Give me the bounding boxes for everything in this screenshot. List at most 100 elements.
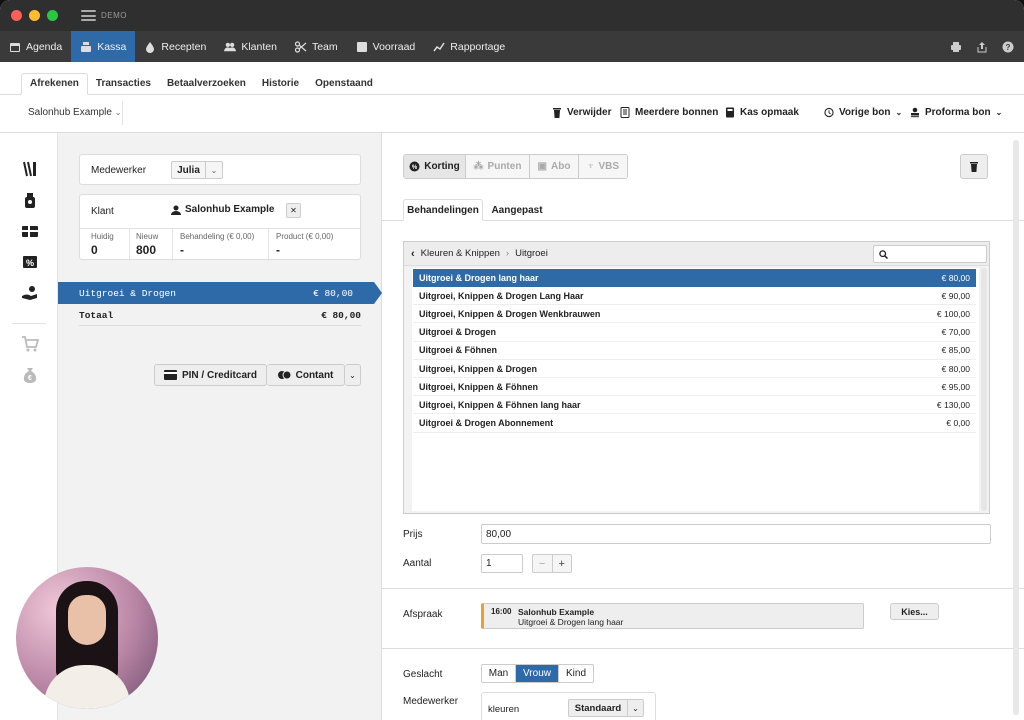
cash-button[interactable]: Contant [267, 364, 345, 386]
treatment-row[interactable]: Uitgroei, Knippen & Drogen Wenkbrauwen € … [413, 305, 976, 324]
employee-role-select[interactable]: Standaard ⌄ [568, 699, 644, 717]
money-bag-icon[interactable]: € [21, 366, 39, 384]
help-icon[interactable]: ? [1002, 41, 1014, 53]
gender-vrouw[interactable]: Vrouw [516, 665, 558, 682]
employee-value: Julia [172, 162, 206, 178]
previous-receipt-button[interactable]: Vorige bon ⌄ [824, 107, 902, 118]
quantity-stepper: − + [532, 554, 572, 573]
tab-aangepast[interactable]: Aangepast [483, 199, 551, 221]
gift-card-icon[interactable] [21, 222, 39, 240]
calculator-icon [726, 107, 734, 118]
chevron-down-icon: ⌄ [210, 165, 218, 175]
print-icon[interactable] [950, 41, 962, 53]
payment-more-button[interactable]: ⌄ [345, 364, 361, 386]
treatment-row[interactable]: Uitgroei & Föhnen € 85,00 [413, 342, 976, 360]
tab-transacties[interactable]: Transacties [88, 72, 159, 94]
treatment-row[interactable]: Uitgroei & Drogen € 70,00 [413, 324, 976, 342]
nav-team[interactable]: Team [286, 31, 347, 62]
close-window-button[interactable] [11, 10, 22, 21]
treatment-row[interactable]: Uitgroei, Knippen & Föhnen lang haar € 13… [413, 396, 976, 415]
menu-icon[interactable] [81, 10, 96, 21]
appointment-label: Afspraak [403, 609, 443, 620]
nav-team-label: Team [311, 40, 338, 53]
gender-kind[interactable]: Kind [558, 665, 593, 682]
treatment-price: € 85,00 [941, 345, 970, 356]
quantity-input[interactable]: 1 [481, 554, 523, 573]
nav-agenda-label: Agenda [26, 40, 63, 53]
previous-receipt-label: Vorige bon [839, 107, 891, 118]
minimize-window-button[interactable] [29, 10, 40, 21]
chevron-down-icon: ⌄ [632, 703, 639, 713]
decrement-button[interactable]: − [533, 555, 553, 572]
cash-label: Contant [295, 369, 334, 381]
nav-recepten[interactable]: Recepten [135, 31, 215, 62]
pane-scrollbar[interactable] [1013, 140, 1019, 715]
share-icon[interactable] [976, 41, 988, 53]
remove-client-button[interactable]: ✕ [286, 203, 301, 218]
salon-select[interactable]: Salonhub Example ⌄ [28, 107, 121, 118]
nav-agenda[interactable]: Agenda [0, 31, 71, 62]
treatment-row[interactable]: Uitgroei, Knippen & Drogen Lang Haar € 90… [413, 287, 976, 306]
line-item-row[interactable]: Uitgroei & Drogen € 80,00 [58, 282, 374, 304]
treatment-price: € 80,00 [941, 363, 970, 374]
list-scrollbar[interactable] [981, 268, 987, 511]
treatment-row[interactable]: Uitgroei & Drogen lang haar € 80,00 [413, 269, 976, 287]
chip-punten[interactable]: ⁂ Punten [466, 155, 530, 178]
employee-select[interactable]: Julia ⌄ [171, 161, 223, 179]
search-input[interactable] [873, 245, 987, 263]
cart-icon[interactable] [21, 335, 40, 353]
nav-voorraad[interactable]: Voorraad [347, 31, 425, 62]
choose-button[interactable]: Kies... [890, 603, 939, 620]
nav-klanten-label: Klanten [241, 40, 277, 53]
line-item-name: Uitgroei & Drogen [79, 287, 176, 299]
delete-line-button[interactable] [960, 154, 988, 179]
price-input[interactable]: 80,00 [481, 524, 991, 544]
treatment-row[interactable]: Uitgroei, Knippen & Föhnen € 95,00 [413, 378, 976, 397]
trash-icon [553, 108, 561, 118]
svg-text:?: ? [1006, 43, 1011, 52]
treatment-name: Uitgroei & Drogen Abonnement [419, 418, 554, 429]
treatments-icon[interactable] [21, 160, 39, 178]
client-name[interactable]: Salonhub Example [171, 204, 274, 215]
employee-card: Medewerker Julia ⌄ [79, 154, 361, 185]
tab-betaalverzoeken[interactable]: Betaalverzoeken [159, 72, 254, 94]
appointment-time: 16:00 [491, 607, 512, 616]
nav-kassa[interactable]: Kassa [71, 31, 136, 62]
discount-icon[interactable]: % [21, 253, 39, 271]
proforma-button[interactable]: Proforma bon ⌄ [910, 107, 1002, 118]
tab-behandelingen[interactable]: Behandelingen [403, 199, 483, 221]
points-icon: ⁂ [473, 161, 484, 172]
increment-button[interactable]: + [553, 555, 572, 572]
webcam-overlay [16, 567, 158, 709]
breadcrumb-parent[interactable]: Kleuren & Knippen [421, 248, 500, 259]
tab-historie[interactable]: Historie [254, 72, 307, 94]
chip-abo[interactable]: ▣ Abo [530, 155, 579, 178]
client-label: Klant [91, 206, 114, 217]
delete-button[interactable]: Verwijder [552, 107, 611, 118]
appointment-treatment: Uitgroei & Drogen lang haar [518, 617, 624, 627]
pin-creditcard-button[interactable]: PIN / Creditcard [154, 364, 267, 386]
treatment-price: € 0,00 [946, 418, 970, 429]
tab-afrekenen[interactable]: Afrekenen [21, 73, 88, 95]
appointment-card[interactable]: 16:00 Salonhub Example Uitgroei & Drogen… [481, 603, 864, 629]
cash-up-button[interactable]: Kas opmaak [725, 107, 799, 118]
tab-openstaand[interactable]: Openstaand [307, 72, 381, 94]
products-icon[interactable] [21, 191, 39, 209]
chevron-down-icon: ⌄ [349, 370, 356, 380]
modifier-chips: % Korting ⁂ Punten ▣ Abo ♆ VBS [403, 154, 628, 179]
nav-klanten[interactable]: Klanten [215, 31, 286, 62]
multiple-receipts-button[interactable]: Meerdere bonnen [620, 107, 718, 118]
hand-money-icon[interactable] [21, 284, 39, 302]
nav-rapportage[interactable]: Rapportage [424, 31, 514, 62]
calendar-icon [10, 42, 20, 52]
chevron-down-icon: ⌄ [895, 108, 903, 117]
treatment-row[interactable]: Uitgroei, Knippen & Drogen € 80,00 [413, 360, 976, 378]
treatment-row[interactable]: Uitgroei & Drogen Abonnement € 0,00 [413, 415, 976, 433]
maximize-window-button[interactable] [47, 10, 58, 21]
chip-vbs[interactable]: ♆ VBS [579, 155, 627, 178]
appointment-client: Salonhub Example [518, 607, 595, 617]
line-item-price: € 80,00 [313, 287, 353, 299]
chip-korting[interactable]: % Korting [404, 155, 466, 178]
back-chevron-icon[interactable]: ‹ [411, 248, 415, 260]
gender-man[interactable]: Man [482, 665, 516, 682]
